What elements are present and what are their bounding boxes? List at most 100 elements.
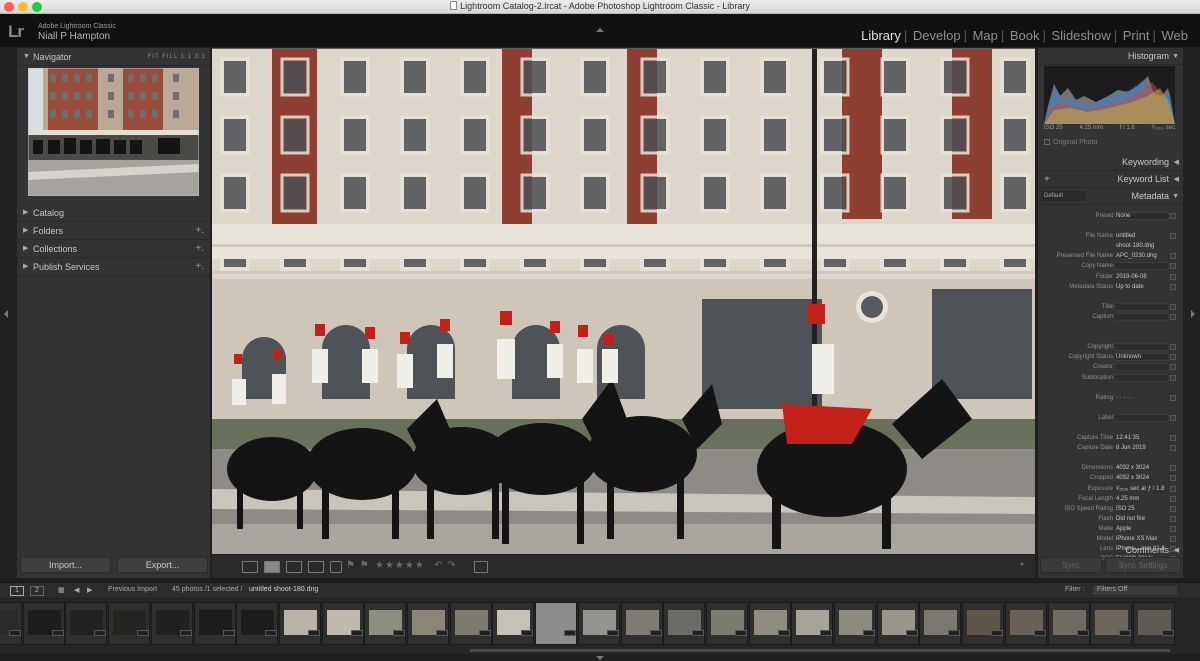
metadata-header[interactable]: Default Metadata ▼ (1038, 188, 1183, 205)
filmstrip-scrollbar[interactable] (470, 649, 1170, 652)
survey-view-icon[interactable] (308, 561, 324, 573)
metadata-action-icon[interactable] (1170, 233, 1176, 240)
people-view-icon[interactable] (330, 561, 342, 573)
filmstrip-thumbnail[interactable] (577, 602, 620, 645)
metadata-input[interactable] (1114, 262, 1169, 271)
metadata-action-icon[interactable] (1170, 475, 1176, 482)
loupe-view-icon[interactable] (264, 561, 280, 573)
metadata-action-icon[interactable] (1170, 313, 1176, 320)
metadata-input[interactable] (1114, 373, 1169, 382)
filmstrip-thumbnail[interactable] (748, 602, 791, 645)
source-label[interactable]: Previous Import (108, 586, 157, 593)
histogram-graph[interactable] (1044, 66, 1175, 124)
metadata-action-icon[interactable] (1170, 485, 1176, 492)
grid-view-icon[interactable] (242, 561, 258, 573)
metadata-action-icon[interactable] (1170, 303, 1176, 310)
filter-select[interactable]: Filters Off (1093, 586, 1177, 595)
module-web[interactable]: Web (1153, 28, 1195, 43)
collapse-top-panel-icon[interactable] (596, 28, 604, 32)
filmstrip-thumbnail[interactable] (236, 602, 279, 645)
filmstrip-thumbnail[interactable] (791, 602, 834, 645)
rating-stars-icon[interactable]: ★★★★★ (375, 560, 425, 571)
original-photo-toggle[interactable]: Original Photo (1044, 139, 1097, 146)
window-page-2[interactable]: 2 (30, 586, 44, 596)
module-library[interactable]: Library (855, 28, 907, 43)
metadata-input[interactable] (1114, 312, 1169, 321)
left-panel-toggle[interactable] (0, 48, 17, 578)
metadata-action-icon[interactable] (1170, 263, 1176, 270)
navigator-preview[interactable] (28, 68, 199, 196)
collapse-bottom-panel-icon[interactable] (596, 656, 604, 660)
crop-overlay-icon[interactable] (474, 561, 488, 573)
filmstrip-thumbnail[interactable] (919, 602, 962, 645)
filmstrip-thumbnail[interactable] (1004, 602, 1047, 645)
metadata-input[interactable] (1114, 302, 1169, 311)
metadata-view-select[interactable]: Default (1041, 191, 1086, 201)
forward-arrow-icon[interactable]: ▶ (87, 586, 92, 594)
metadata-action-icon[interactable] (1170, 445, 1176, 452)
rotate-icons[interactable]: ↶ ↷ (434, 560, 457, 571)
module-book[interactable]: Book (1001, 28, 1046, 43)
filmstrip-thumbnail[interactable] (1090, 602, 1133, 645)
filmstrip-thumbnail[interactable] (1047, 602, 1090, 645)
keywording-header[interactable]: Keywording ◀ (1038, 154, 1183, 171)
metadata-action-icon[interactable] (1170, 435, 1176, 442)
filmstrip-thumbnail[interactable] (663, 602, 706, 645)
import-button[interactable]: Import... (20, 557, 111, 573)
flag-icons[interactable]: ⚑ ⚑ (346, 560, 370, 571)
filmstrip-thumbnail[interactable] (65, 602, 108, 645)
selected-file-name[interactable]: untitled shoot-180.dng (249, 586, 318, 593)
filmstrip-thumbnail[interactable] (108, 602, 151, 645)
filmstrip-thumbnail[interactable] (492, 602, 535, 645)
folders-header[interactable]: ▶ Folders +. (17, 222, 210, 240)
keyword-list-header[interactable]: + Keyword List ◀ (1038, 171, 1183, 188)
metadata-value[interactable]: None (1116, 211, 1176, 221)
filmstrip-thumbnail[interactable] (449, 602, 492, 645)
metadata-action-icon[interactable] (1170, 364, 1176, 371)
metadata-action-icon[interactable] (1170, 213, 1176, 219)
filmstrip-thumbnail[interactable] (535, 602, 578, 645)
filmstrip-thumbnail[interactable] (278, 602, 321, 645)
sync-settings-button[interactable]: Sync Settings (1105, 557, 1181, 573)
add-keyword-icon[interactable]: + (1044, 171, 1050, 188)
metadata-action-icon[interactable] (1170, 465, 1176, 472)
filmstrip-thumbnail[interactable] (407, 602, 449, 645)
back-arrow-icon[interactable]: ◀ (74, 586, 79, 594)
filmstrip-thumbnail[interactable] (0, 602, 22, 645)
filmstrip-thumbnail[interactable] (620, 602, 663, 645)
filmstrip-thumbnail[interactable] (962, 602, 1005, 645)
filmstrip-thumbnail[interactable] (705, 602, 748, 645)
metadata-action-icon[interactable] (1170, 495, 1176, 502)
navigator-header[interactable]: ▼ Navigator FIT FILL 1:1 3:1 (17, 48, 210, 66)
metadata-input[interactable] (1114, 363, 1169, 372)
module-print[interactable]: Print (1114, 28, 1156, 43)
catalog-header[interactable]: ▶ Catalog (17, 204, 210, 222)
export-button[interactable]: Export... (117, 557, 208, 573)
add-folder-icon[interactable]: +. (195, 222, 204, 240)
compare-view-icon[interactable] (286, 561, 302, 573)
grid-icon[interactable]: ▦ (58, 586, 65, 594)
metadata-input[interactable] (1114, 413, 1169, 422)
metadata-action-icon[interactable] (1170, 394, 1176, 401)
module-develop[interactable]: Develop (904, 28, 967, 43)
filmstrip-thumbnail[interactable] (876, 602, 919, 645)
metadata-action-icon[interactable] (1170, 515, 1176, 522)
right-panel-toggle[interactable] (1183, 48, 1200, 578)
metadata-input[interactable] (1114, 343, 1169, 352)
metadata-action-icon[interactable] (1170, 374, 1176, 381)
metadata-action-icon[interactable] (1170, 273, 1176, 280)
module-map[interactable]: Map (964, 28, 1004, 43)
filmstrip-thumbnail[interactable] (321, 602, 364, 645)
histogram-header[interactable]: Histogram ▼ (1038, 48, 1183, 65)
metadata-value[interactable]: Unknown (1116, 352, 1176, 362)
toolbar-menu-chevron-icon[interactable]: ▾ (1020, 560, 1025, 569)
filmstrip-thumbnail[interactable] (364, 602, 407, 645)
filmstrip-thumbnail[interactable] (150, 602, 193, 645)
metadata-action-icon[interactable] (1170, 344, 1176, 351)
sync-button[interactable]: Sync (1040, 557, 1102, 573)
metadata-action-icon[interactable] (1170, 354, 1176, 361)
module-slideshow[interactable]: Slideshow (1042, 28, 1117, 43)
metadata-action-icon[interactable] (1170, 525, 1176, 532)
filmstrip-thumbnail[interactable] (22, 602, 65, 645)
metadata-action-icon[interactable] (1170, 253, 1176, 260)
